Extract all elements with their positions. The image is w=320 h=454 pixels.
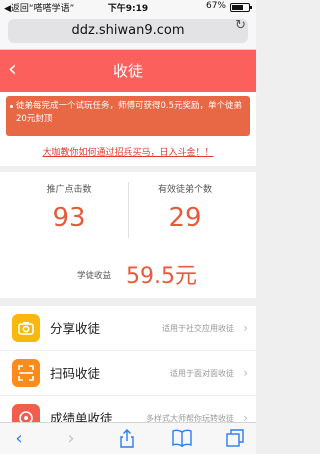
click-count-value: 93 — [52, 203, 86, 233]
url-field[interactable]: ddz.shiwan9.com — [8, 19, 248, 43]
browser-toolbar: ‹ › — [0, 422, 256, 454]
browser-url-bar: ddz.shiwan9.com ↻ — [0, 14, 256, 50]
chevron-right-icon: › — [243, 321, 248, 335]
tutorial-link[interactable]: 大咖教你如何通过招兵买马，日入斗金！！ — [0, 145, 256, 158]
apprentice-count-stat: 有效徒弟个数 29 — [130, 182, 240, 233]
battery-fill — [232, 5, 243, 10]
menu-item-name: 扫码收徒 — [50, 366, 101, 381]
book-icon[interactable] — [166, 423, 196, 454]
scan-icon — [12, 359, 40, 387]
tabs-icon[interactable] — [220, 423, 250, 454]
chevron-right-icon: › — [243, 366, 248, 380]
menu-item-share-recruit[interactable]: 分享收徒 适用于社交应用收徒 › — [0, 306, 256, 351]
notice-section: 徒弟每完成一个试玩任务，师傅可获得0.5元奖励，单个徒弟20元封顶 大咖教你如何… — [0, 92, 256, 166]
earnings-label: 学徒收益 — [77, 271, 112, 281]
app-header: ‹ 收徒 — [0, 50, 256, 92]
apprentice-count-label: 有效徒弟个数 — [157, 185, 212, 195]
page-title: 收徒 — [112, 62, 143, 80]
click-count-stat: 推广点击数 93 — [14, 182, 124, 233]
notice-text: 徒弟每完成一个试玩任务，师傅可获得0.5元奖励，单个徒弟20元封顶 — [16, 101, 243, 124]
notice-banner: 徒弟每完成一个试玩任务，师傅可获得0.5元奖励，单个徒弟20元封顶 — [6, 96, 250, 136]
share-icon[interactable] — [112, 423, 142, 454]
forward-arrow-icon[interactable]: › — [56, 423, 86, 454]
menu-item-scan-recruit[interactable]: 扫码收徒 适用于面对面收徒 › — [0, 351, 256, 396]
back-arrow-icon[interactable]: ‹ — [4, 423, 34, 454]
earnings-value: 59.5元 — [126, 264, 197, 289]
recruit-method-list: 分享收徒 适用于社交应用收徒 › 扫码收徒 适用于面对面收徒 › 成绩单收徒 多… — [0, 306, 256, 441]
bullet-dot-icon — [10, 105, 13, 108]
apprentice-count-value: 29 — [168, 203, 202, 233]
menu-item-desc: 适用于社交应用收徒 — [162, 324, 234, 333]
menu-item-desc: 适用于面对面收徒 — [170, 369, 234, 378]
battery-icon — [230, 3, 252, 12]
status-bar: ◀返回“嗒嗒学语” 下午9:19 67% — [0, 0, 256, 14]
menu-item-name: 分享收徒 — [50, 321, 101, 336]
stat-divider — [128, 182, 129, 238]
battery-percentage: 67% — [205, 1, 226, 11]
reload-icon[interactable]: ↻ — [235, 18, 246, 33]
stats-panel: 推广点击数 93 有效徒弟个数 29 学徒收益 59.5元 — [0, 172, 256, 298]
click-count-label: 推广点击数 — [46, 185, 92, 195]
camera-icon — [12, 314, 40, 342]
